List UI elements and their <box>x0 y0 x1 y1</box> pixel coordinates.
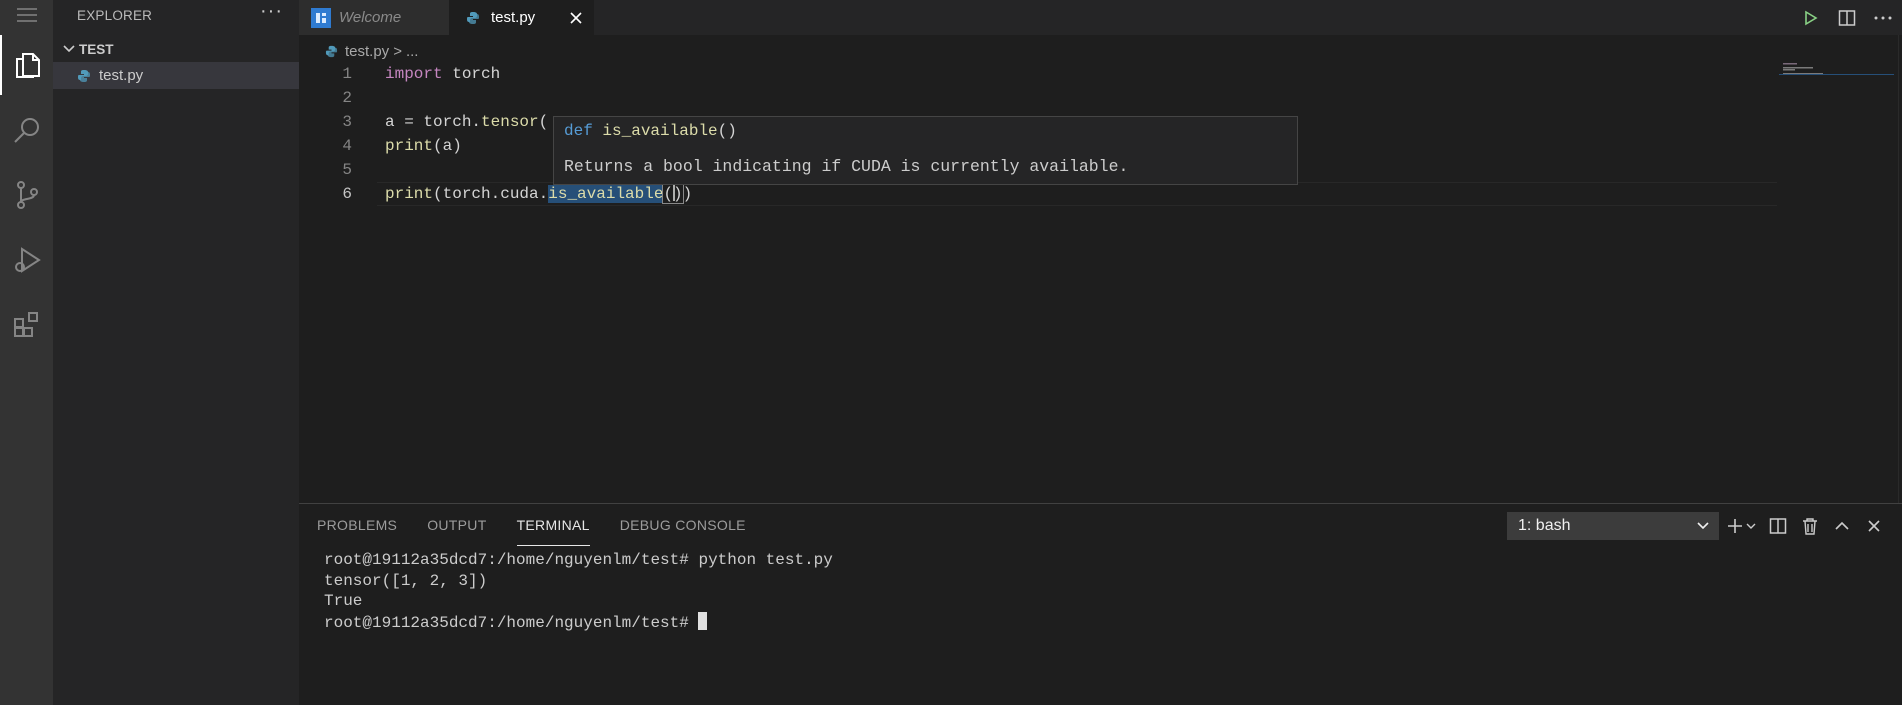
panel-actions <box>1727 512 1885 540</box>
hover-tooltip: def is_available() Returns a bool indica… <box>553 116 1298 185</box>
close-icon[interactable] <box>567 9 584 26</box>
line-content: a = torch.tensor( <box>385 110 548 134</box>
sidebar-header: EXPLORER ··· <box>53 0 299 30</box>
terminal-line: True <box>324 592 363 610</box>
split-editor-icon[interactable] <box>1836 7 1858 29</box>
token-highlighted-function: is_available <box>548 185 664 203</box>
terminal-prompt-line: root@19112a35dcd7:/home/nguyenlm/test# <box>324 611 833 634</box>
hover-signature: def is_available() <box>564 122 737 140</box>
token-function: print <box>385 137 434 155</box>
hover-keyword: def <box>564 122 593 140</box>
panel-tabs: PROBLEMS OUTPUT TERMINAL DEBUG CONSOLE <box>317 504 746 546</box>
sidebar-title: EXPLORER <box>77 7 153 23</box>
token-function: print <box>385 185 434 203</box>
terminal-line: root@19112a35dcd7:/home/nguyenlm/test# p… <box>324 551 833 569</box>
tab-debug-console[interactable]: DEBUG CONSOLE <box>620 504 746 546</box>
code-line: 6 print(torch.cuda.is_available()) <box>299 182 1779 206</box>
tab-terminal[interactable]: TERMINAL <box>516 504 590 546</box>
line-number: 5 <box>342 161 352 179</box>
tab-output[interactable]: OUTPUT <box>427 504 486 546</box>
editor-scrollbar[interactable] <box>1898 35 1902 503</box>
folder-test[interactable]: TEST <box>53 36 299 62</box>
more-actions-button[interactable]: ··· <box>260 1 283 24</box>
line-content: print(torch.cuda.is_available()) <box>385 182 692 206</box>
split-terminal-icon[interactable] <box>1767 515 1789 537</box>
tab-welcome[interactable]: Welcome <box>299 0 449 35</box>
source-control-icon[interactable] <box>0 165 53 225</box>
line-content: import torch <box>385 62 500 86</box>
explorer-sidebar: EXPLORER ··· TEST test.py <box>53 0 299 705</box>
welcome-icon <box>311 7 331 28</box>
close-panel-icon[interactable] <box>1863 515 1885 537</box>
token-text: (torch.cuda. <box>433 185 549 203</box>
breadcrumb-file[interactable]: test.py <box>345 43 389 60</box>
file-label: test.py <box>99 67 144 84</box>
line-number: 1 <box>342 65 352 83</box>
more-actions-icon[interactable] <box>1872 7 1894 29</box>
line-number: 4 <box>342 137 352 155</box>
file-item-test-py[interactable]: test.py <box>53 62 299 89</box>
menu-icon[interactable] <box>0 0 53 30</box>
minimap[interactable] <box>1779 62 1894 92</box>
run-icon[interactable] <box>1800 7 1822 29</box>
token-text: a = torch. <box>385 113 482 131</box>
breadcrumb: test.py > ... <box>323 40 418 62</box>
chevron-down-icon <box>59 45 79 53</box>
token-keyword: import <box>385 65 443 83</box>
explorer-icon[interactable] <box>0 35 53 95</box>
terminal-line: tensor([1, 2, 3]) <box>324 571 488 590</box>
trash-icon[interactable] <box>1799 515 1821 537</box>
tab-problems[interactable]: PROBLEMS <box>317 504 397 546</box>
terminal-select-value: 1: bash <box>1518 517 1571 534</box>
line-number: 6 <box>342 185 352 203</box>
tab-test-py[interactable]: test.py <box>449 0 594 35</box>
bottom-panel: PROBLEMS OUTPUT TERMINAL DEBUG CONSOLE 1… <box>299 503 1902 705</box>
breadcrumb-more[interactable]: ... <box>406 43 419 60</box>
line-content: print(a) <box>385 134 462 158</box>
token-text: torch <box>442 65 501 83</box>
token-function: tensor <box>481 113 539 131</box>
terminal-line: root@19112a35dcd7:/home/nguyenlm/test# <box>324 613 699 632</box>
breadcrumb-separator: > <box>393 42 402 60</box>
hover-function-name: is_available <box>602 122 718 140</box>
tabs-bar: Welcome test.py <box>299 0 1902 35</box>
code-line: 2 <box>299 86 1779 110</box>
terminal-output[interactable]: root@19112a35dcd7:/home/nguyenlm/test# p… <box>324 550 833 633</box>
folder-label: TEST <box>79 41 114 57</box>
extensions-icon[interactable] <box>0 295 53 355</box>
terminal-cursor <box>698 611 708 630</box>
run-debug-icon[interactable] <box>0 230 53 290</box>
token-text: ( <box>538 113 549 131</box>
activity-bar <box>0 0 53 705</box>
terminal-select[interactable]: 1: bash <box>1507 512 1719 540</box>
line-number: 2 <box>342 89 352 107</box>
line-number: 3 <box>342 113 352 131</box>
chevron-up-icon[interactable] <box>1831 515 1853 537</box>
search-icon[interactable] <box>0 100 53 160</box>
code-line: 1 import torch <box>299 62 1779 86</box>
code-editor[interactable]: 1 import torch 2 3 a = torch.tensor( 4 p… <box>299 62 1779 502</box>
python-file-icon <box>465 11 481 25</box>
editor-actions <box>1800 0 1894 35</box>
python-file-icon <box>323 45 339 58</box>
new-terminal-icon[interactable] <box>1727 515 1757 537</box>
token-text: (a) <box>433 137 462 155</box>
hover-documentation: Returns a bool indicating if CUDA is cur… <box>564 157 1129 176</box>
chevron-down-icon <box>1696 518 1710 537</box>
python-file-icon <box>73 69 95 83</box>
hover-parens: () <box>717 122 737 140</box>
tab-label: Welcome <box>339 9 402 26</box>
editor-group: Welcome test.py test.py > ... 1 import t… <box>299 0 1902 503</box>
token-text: ) <box>682 185 693 203</box>
tab-label: test.py <box>491 9 536 26</box>
